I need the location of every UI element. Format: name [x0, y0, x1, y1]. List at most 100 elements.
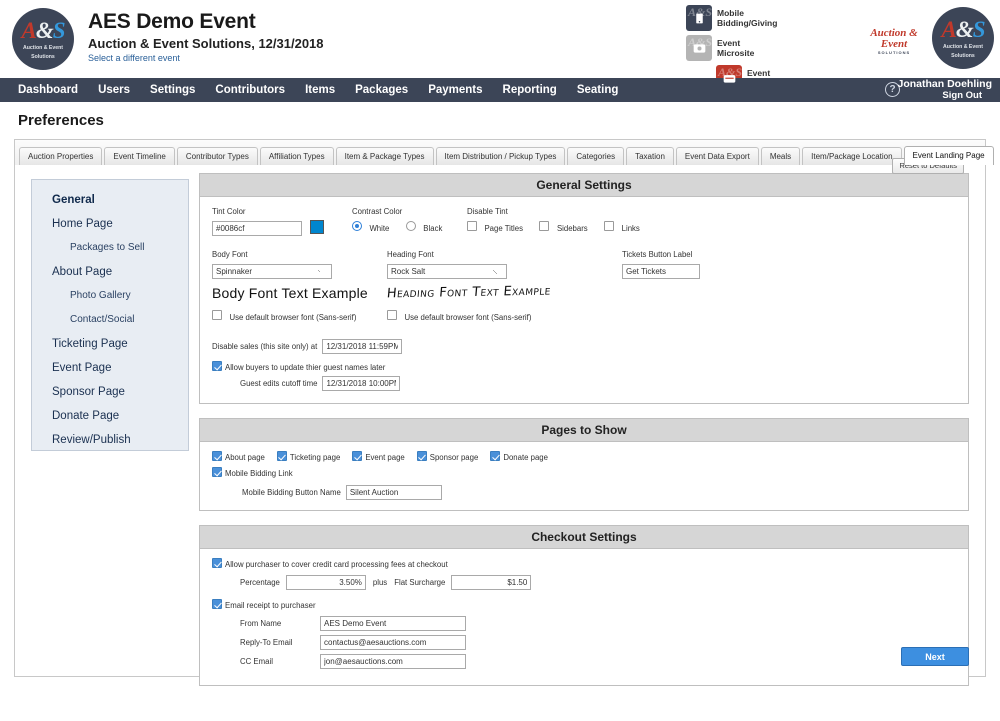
email-receipt-checkbox[interactable]	[212, 599, 222, 609]
event-page-checkbox[interactable]	[352, 451, 363, 461]
tab-event-timeline[interactable]: Event Timeline	[104, 147, 175, 165]
body-default-browser-font-checkbox[interactable]	[212, 309, 222, 320]
brand-logo: A&S Auction & Event Solutions	[12, 8, 74, 70]
nav-item-items[interactable]: Items	[295, 78, 345, 102]
tickets-button-label: Tickets Button Label	[622, 250, 693, 259]
contrast-color-label: Contrast Color	[352, 207, 403, 216]
disable-tint-sidebars-label: Sidebars	[556, 224, 588, 233]
mobile-bidding-icon: A&S	[686, 5, 712, 31]
email-receipt-row: Email receipt to purchaser	[212, 599, 956, 610]
main-navigation: Dashboard Users Settings Contributors It…	[0, 78, 1000, 102]
percentage-input[interactable]	[285, 575, 366, 590]
disable-tint-sidebars-checkbox[interactable]	[539, 220, 550, 231]
nav-item-dashboard[interactable]: Dashboard	[8, 78, 88, 102]
reply-to-input[interactable]	[320, 635, 466, 650]
app-tile-label-line1: Mobile	[717, 8, 744, 18]
sidebar-item-contact-social[interactable]: Contact/Social	[32, 308, 188, 332]
heading-font-select[interactable]: Rock Salt	[387, 264, 507, 279]
sidebar-item-photo-gallery[interactable]: Photo Gallery	[32, 284, 188, 308]
heading-font-label: Heading Font	[387, 250, 434, 259]
mobile-bidding-button-input[interactable]	[345, 485, 442, 500]
user-menu: Jonathan Doehling Sign Out	[898, 78, 993, 101]
nav-item-seating[interactable]: Seating	[567, 78, 629, 102]
sidebar-item-donate-page[interactable]: Donate Page	[32, 404, 188, 428]
flat-surcharge-input[interactable]	[451, 575, 532, 590]
tab-affiliation-types[interactable]: Affiliation Types	[259, 147, 334, 165]
allow-guest-update-checkbox[interactable]	[212, 361, 222, 371]
sidebar-item-sponsor-page[interactable]: Sponsor Page	[32, 380, 188, 404]
sidebar-item-home-page[interactable]: Home Page	[32, 212, 188, 236]
cover-fees-row: Allow purchaser to cover credit card pro…	[212, 558, 956, 569]
contrast-black-radio[interactable]	[405, 220, 416, 231]
disable-tint-page-titles-checkbox[interactable]	[467, 220, 477, 231]
heading-default-browser-font-label: Use default browser font (Sans-serif)	[404, 313, 532, 322]
about-page-checkbox[interactable]	[212, 451, 222, 461]
tab-item-package-types[interactable]: Item & Package Types	[335, 147, 434, 165]
cc-email-row: CC Email	[240, 654, 956, 669]
disable-sales-row: Disable sales (this site only) at	[212, 339, 956, 354]
disable-tint-links-label: Links	[621, 224, 640, 233]
sidebar-item-review-publish[interactable]: Review/Publish	[32, 428, 188, 452]
app-tile-label-line1: Event	[747, 68, 771, 78]
sidebar-item-about-page[interactable]: About Page	[32, 260, 188, 284]
nav-item-contributors[interactable]: Contributors	[205, 78, 295, 102]
select-different-event-link[interactable]: Select a different event	[88, 53, 180, 63]
tint-color-input[interactable]	[212, 221, 302, 236]
tab-contributor-types[interactable]: Contributor Types	[176, 147, 258, 165]
contrast-white-radio[interactable]	[352, 220, 362, 231]
disable-tint-links-checkbox[interactable]	[604, 220, 615, 231]
tab-auction-properties[interactable]: Auction Properties	[19, 147, 103, 165]
heading-default-browser-font-checkbox[interactable]	[387, 309, 397, 320]
tab-item-distribution-pickup-types[interactable]: Item Distribution / Pickup Types	[435, 147, 566, 165]
brand-logo-monogram: A&S	[21, 17, 65, 43]
page-title: Preferences	[18, 112, 104, 129]
default-font-row: Use default browser font (Sans-serif) Us…	[212, 307, 956, 325]
from-name-input[interactable]	[320, 616, 466, 631]
guest-cutoff-datetime-input[interactable]	[322, 376, 401, 391]
pages-to-show-title: Pages to Show	[541, 423, 627, 437]
checkout-settings-header: Checkout Settings	[200, 526, 968, 549]
contrast-black-label: Black	[423, 224, 443, 233]
nav-item-packages[interactable]: Packages	[345, 78, 418, 102]
sidebar-item-general[interactable]: General	[32, 188, 188, 212]
app-tile-mobile-bidding[interactable]: A&S Mobile Bidding/Giving	[686, 5, 846, 31]
sidebar-item-ticketing-page[interactable]: Ticketing Page	[32, 332, 188, 356]
tab-taxation[interactable]: Taxation	[626, 147, 674, 165]
brand-logo-subtitle-2: Solutions	[31, 53, 55, 60]
app-tile-event-microsite[interactable]: A&S Event Microsite	[686, 35, 846, 61]
tab-event-landing-page[interactable]: Event Landing Page	[903, 146, 994, 165]
tickets-button-input[interactable]	[622, 264, 700, 279]
nav-item-reporting[interactable]: Reporting	[493, 78, 567, 102]
nav-item-payments[interactable]: Payments	[418, 78, 492, 102]
tab-meals[interactable]: Meals	[760, 147, 801, 165]
sidebar-item-packages-to-sell[interactable]: Packages to Sell	[32, 236, 188, 260]
tint-color-swatch[interactable]	[310, 219, 325, 234]
allow-guest-update-row: Allow buyers to update thier guest names…	[212, 361, 956, 372]
cc-email-input[interactable]	[320, 654, 466, 669]
sponsor-page-checkbox[interactable]	[416, 451, 427, 461]
cover-fees-label: Allow purchaser to cover credit card pro…	[225, 559, 448, 569]
fees-amounts-row: Percentage plus Flat Surcharge	[240, 575, 956, 590]
nav-item-users[interactable]: Users	[88, 78, 140, 102]
disable-sales-datetime-input[interactable]	[322, 339, 403, 354]
ticketing-page-checkbox[interactable]	[276, 451, 287, 461]
app-tile-label-line1: Event	[717, 38, 741, 48]
next-button[interactable]: Next	[901, 647, 969, 666]
tab-event-data-export[interactable]: Event Data Export	[675, 147, 759, 165]
from-name-row: From Name	[240, 616, 956, 631]
nav-item-settings[interactable]: Settings	[140, 78, 205, 102]
tab-categories[interactable]: Categories	[567, 147, 625, 165]
preferences-tabstrip: Auction Properties Event Timeline Contri…	[14, 139, 994, 165]
mobile-bidding-link-row: Mobile Bidding Link	[212, 467, 956, 478]
sidebar-item-event-page[interactable]: Event Page	[32, 356, 188, 380]
cover-fees-checkbox[interactable]	[212, 558, 222, 568]
mobile-bidding-link-checkbox[interactable]	[212, 467, 222, 477]
pages-to-show-header: Pages to Show	[200, 419, 968, 442]
general-settings-panel: General Settings Reset to Defaults Tint …	[199, 158, 969, 404]
body-font-select[interactable]: Spinnaker	[212, 264, 332, 279]
donate-page-checkbox[interactable]	[490, 451, 501, 461]
mobile-bidding-button-label: Mobile Bidding Button Name	[242, 488, 341, 497]
sign-out-link[interactable]: Sign Out	[898, 90, 993, 101]
tab-item-package-location[interactable]: Item/Package Location	[802, 147, 902, 165]
event-subtitle: Auction & Event Solutions, 12/31/2018	[88, 36, 324, 51]
